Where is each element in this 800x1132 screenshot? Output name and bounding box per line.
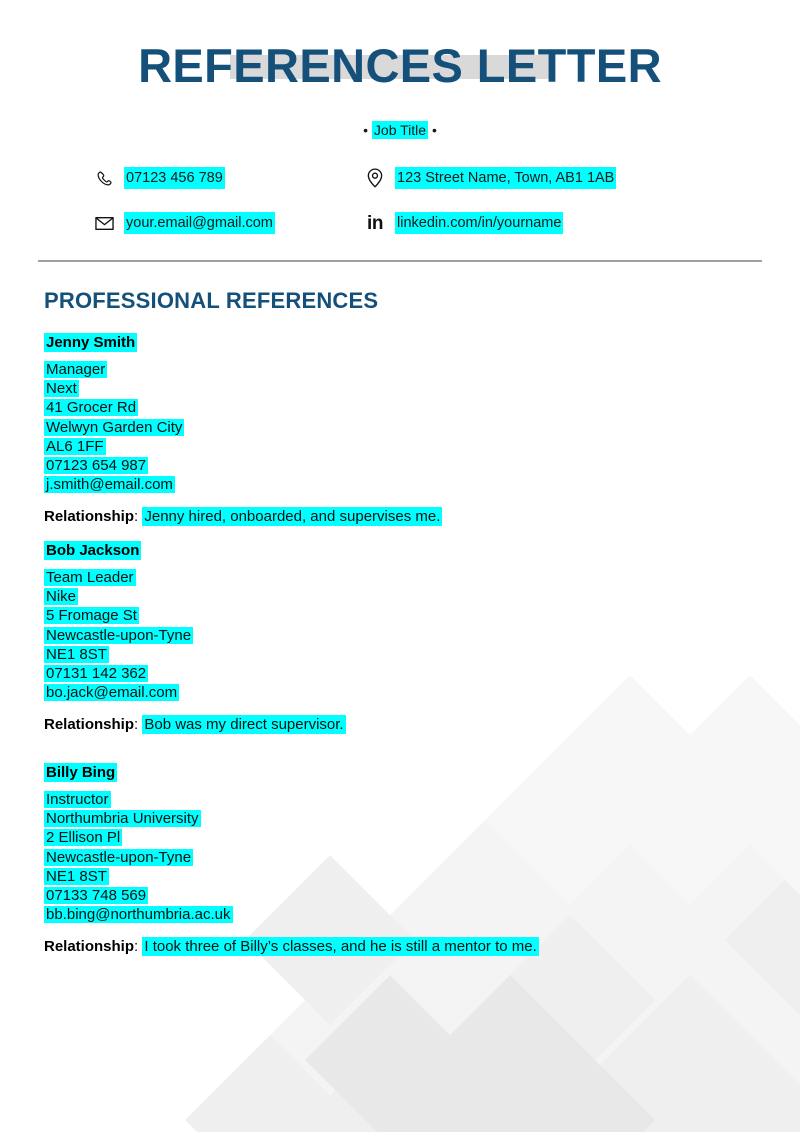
reference-detail-line: 07133 748 569 (44, 887, 149, 905)
relationship-label: Relationship (44, 508, 135, 526)
reference-detail-line: 07123 654 987 (44, 457, 149, 475)
reference-details: Team Leader Nike 5 Fromage St Newcastle-… (44, 568, 346, 702)
reference-relationship: Relationship: Bob was my direct supervis… (44, 715, 346, 735)
reference-detail-line: Welwyn Garden City (44, 418, 185, 436)
reference-name: Billy Bing (44, 763, 118, 782)
reference-relationship: Relationship: Jenny hired, onboarded, an… (44, 507, 443, 527)
contact-linkedin: in linkedin.com/in/yourname (363, 212, 564, 234)
reference-detail-line: 5 Fromage St (44, 607, 139, 625)
relationship-text: Bob was my direct supervisor. (142, 715, 346, 735)
phone-icon (92, 167, 116, 189)
reference-detail-line: bo.jack@email.com (44, 684, 180, 702)
reference-detail-line: 41 Grocer Rd (44, 399, 139, 417)
reference-detail-line: 07131 142 362 (44, 665, 149, 683)
relationship-separator: : (134, 938, 139, 956)
contact-address-value[interactable]: 123 Street Name, Town, AB1 1AB (395, 167, 617, 189)
reference-detail-line: AL6 1FF (44, 437, 106, 455)
relationship-label: Relationship (44, 938, 135, 956)
reference-name: Bob Jackson (44, 541, 142, 560)
contact-phone: 07123 456 789 (92, 167, 225, 189)
linkedin-glyph: in (367, 212, 383, 234)
reference-details: Instructor Northumbria University 2 Elli… (44, 790, 539, 924)
reference-name: Jenny Smith (44, 333, 138, 352)
linkedin-icon: in (363, 212, 387, 234)
reference-detail-line: Nike (44, 588, 79, 606)
job-title-text: Job Title (371, 121, 429, 139)
contact-email: your.email@gmail.com (92, 212, 275, 234)
relationship-separator: : (134, 508, 139, 526)
relationship-label: Relationship (44, 716, 135, 734)
reference-entry: Billy Bing Instructor Northumbria Univer… (44, 763, 539, 957)
reference-detail-line: NE1 8ST (44, 645, 109, 663)
location-pin-icon (363, 167, 387, 189)
reference-detail-line: Instructor (44, 791, 111, 808)
reference-detail-line: 2 Ellison Pl (44, 829, 123, 847)
reference-detail-line: Next (44, 380, 79, 398)
document-page: REFERENCES LETTER • Job Title • 07123 45… (0, 0, 800, 1132)
reference-entry: Jenny Smith Manager Next 41 Grocer Rd We… (44, 333, 443, 527)
header-divider (38, 260, 762, 262)
reference-detail-line: Newcastle-upon-Tyne (44, 626, 194, 644)
job-title-line: • Job Title • (0, 120, 800, 140)
reference-details: Manager Next 41 Grocer Rd Welwyn Garden … (44, 360, 442, 494)
envelope-icon (92, 212, 116, 234)
bullet-left-icon: • (363, 122, 369, 138)
reference-detail-line: Newcastle-upon-Tyne (44, 848, 194, 866)
reference-detail-line: Manager (44, 361, 108, 378)
contact-phone-value[interactable]: 07123 456 789 (124, 167, 225, 189)
contact-linkedin-value[interactable]: linkedin.com/in/yourname (395, 212, 564, 234)
reference-entry: Bob Jackson Team Leader Nike 5 Fromage S… (44, 541, 346, 735)
relationship-text: I took three of Billy’s classes, and he … (142, 937, 539, 957)
reference-detail-line: NE1 8ST (44, 867, 109, 885)
reference-detail-line: bb.bing@northumbria.ac.uk (44, 906, 233, 924)
reference-detail-line: Northumbria University (44, 810, 201, 828)
contact-email-value[interactable]: your.email@gmail.com (124, 212, 275, 234)
reference-relationship: Relationship: I took three of Billy’s cl… (44, 937, 539, 957)
contact-address: 123 Street Name, Town, AB1 1AB (363, 167, 617, 189)
reference-detail-line: Team Leader (44, 569, 136, 586)
page-title: REFERENCES LETTER (0, 37, 800, 95)
bullet-right-icon: • (431, 122, 437, 138)
relationship-text: Jenny hired, onboarded, and supervises m… (142, 507, 443, 527)
relationship-separator: : (134, 716, 139, 734)
section-heading-professional-references: PROFESSIONAL REFERENCES (44, 288, 379, 313)
reference-detail-line: j.smith@email.com (44, 476, 175, 494)
page-title-text: REFERENCES LETTER (138, 39, 662, 92)
